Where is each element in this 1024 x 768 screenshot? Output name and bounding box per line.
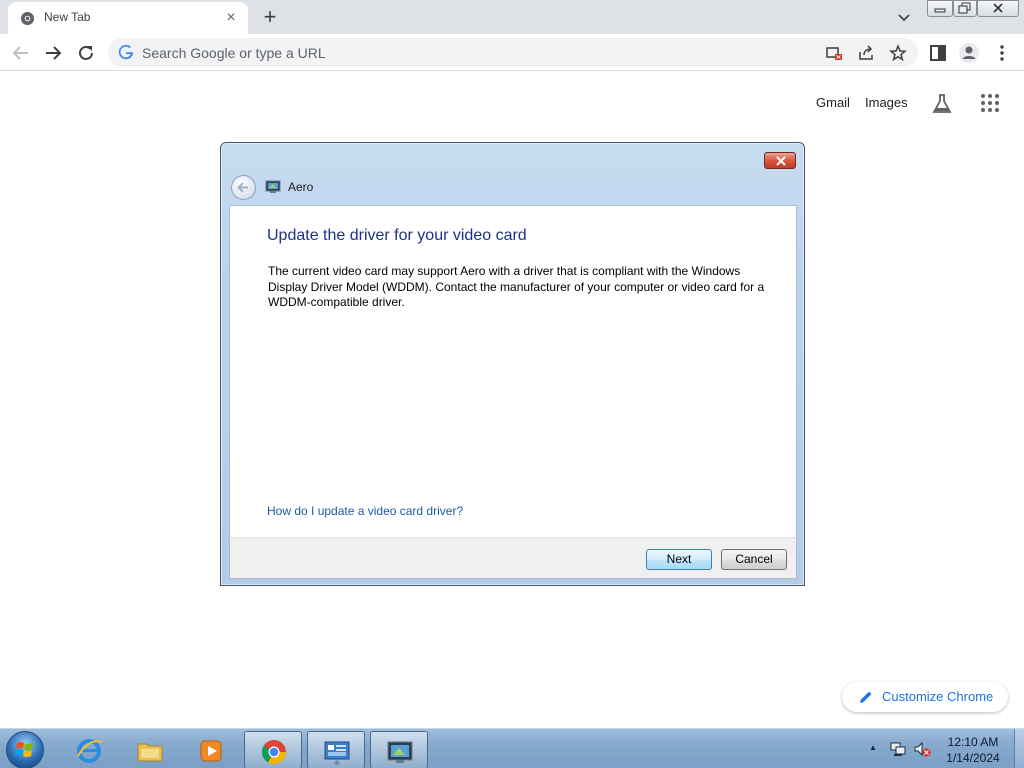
labs-flask-icon[interactable] <box>930 92 954 116</box>
help-link[interactable]: How do I update a video card driver? <box>267 504 463 518</box>
dialog-close-button[interactable] <box>764 152 796 169</box>
images-link[interactable]: Images <box>865 95 908 110</box>
taskbar: ▲ 12:10 AM 1/14/2024 <box>0 728 1024 768</box>
side-panel-icon[interactable] <box>926 41 950 65</box>
dialog-footer: Next Cancel <box>229 537 797 579</box>
show-hidden-icons-button[interactable]: ▲ <box>869 743 877 752</box>
start-button[interactable] <box>6 731 44 768</box>
display-settings-icon <box>387 741 413 763</box>
back-icon[interactable] <box>9 41 33 65</box>
control-panel-icon <box>324 741 350 766</box>
back-arrow-icon <box>237 182 248 193</box>
browser-toolbar: Search Google or type a URL <box>0 34 1024 71</box>
blocked-popup-icon[interactable] <box>824 43 844 63</box>
tab-new-tab[interactable]: New Tab × <box>8 2 248 34</box>
window-minimize-button[interactable] <box>927 0 953 17</box>
customize-chrome-button[interactable]: Customize Chrome <box>842 682 1008 712</box>
chrome-favicon-icon <box>20 11 35 26</box>
reload-icon[interactable] <box>74 41 98 65</box>
gmail-link[interactable]: Gmail <box>816 95 850 110</box>
taskbar-control-panel[interactable] <box>307 731 365 768</box>
aero-dialog: Aero Update the driver for your video ca… <box>220 142 805 586</box>
share-icon[interactable] <box>856 43 876 63</box>
internet-explorer-icon <box>77 739 103 763</box>
tab-search-chevron-icon[interactable] <box>894 7 914 27</box>
chrome-menu-icon[interactable] <box>990 41 1014 65</box>
google-g-icon <box>118 44 134 60</box>
close-icon <box>776 156 786 166</box>
windows-logo-icon <box>15 742 33 757</box>
minimize-icon <box>934 8 946 13</box>
new-tab-button[interactable]: + <box>258 5 282 29</box>
show-desktop-button[interactable] <box>1014 729 1024 768</box>
tab-title: New Tab <box>44 10 91 24</box>
volume-muted-icon[interactable] <box>913 740 931 758</box>
chrome-icon <box>261 740 286 765</box>
restore-icon <box>958 2 971 14</box>
omnibox-placeholder: Search Google or type a URL <box>142 45 326 61</box>
taskbar-media-player[interactable] <box>182 731 240 768</box>
taskbar-chrome[interactable] <box>244 731 302 768</box>
display-settings-icon <box>265 180 281 193</box>
media-player-icon <box>200 740 222 762</box>
taskbar-file-explorer[interactable] <box>121 731 179 768</box>
folder-icon <box>137 743 163 762</box>
dialog-content: Update the driver for your video card Th… <box>229 205 797 537</box>
taskbar-internet-explorer[interactable] <box>60 731 118 768</box>
dialog-back-button[interactable] <box>231 175 256 200</box>
clock-date[interactable]: 1/14/2024 <box>940 751 1006 765</box>
profile-avatar-icon[interactable] <box>957 41 981 65</box>
pencil-icon <box>860 691 872 703</box>
clock-time[interactable]: 12:10 AM <box>940 735 1006 749</box>
window-close-button[interactable] <box>977 0 1019 17</box>
window-restore-button[interactable] <box>953 0 977 17</box>
dialog-heading: Update the driver for your video card <box>267 227 527 244</box>
dialog-window-title: Aero <box>288 180 314 194</box>
cancel-button[interactable]: Cancel <box>721 549 787 570</box>
close-icon <box>993 3 1003 13</box>
tab-close-icon[interactable]: × <box>222 9 240 27</box>
google-apps-grid-icon[interactable] <box>980 93 1000 113</box>
omnibox[interactable]: Search Google or type a URL <box>108 38 918 67</box>
network-icon[interactable] <box>889 740 907 758</box>
customize-chrome-label: Customize Chrome <box>882 689 994 704</box>
tab-strip: New Tab × + <box>0 0 1024 34</box>
next-button[interactable]: Next <box>646 549 712 570</box>
forward-icon[interactable] <box>41 41 65 65</box>
taskbar-aero-troubleshooter[interactable] <box>370 731 428 768</box>
bookmark-star-icon[interactable] <box>888 43 908 63</box>
dialog-body-text: The current video card may support Aero … <box>268 264 765 309</box>
